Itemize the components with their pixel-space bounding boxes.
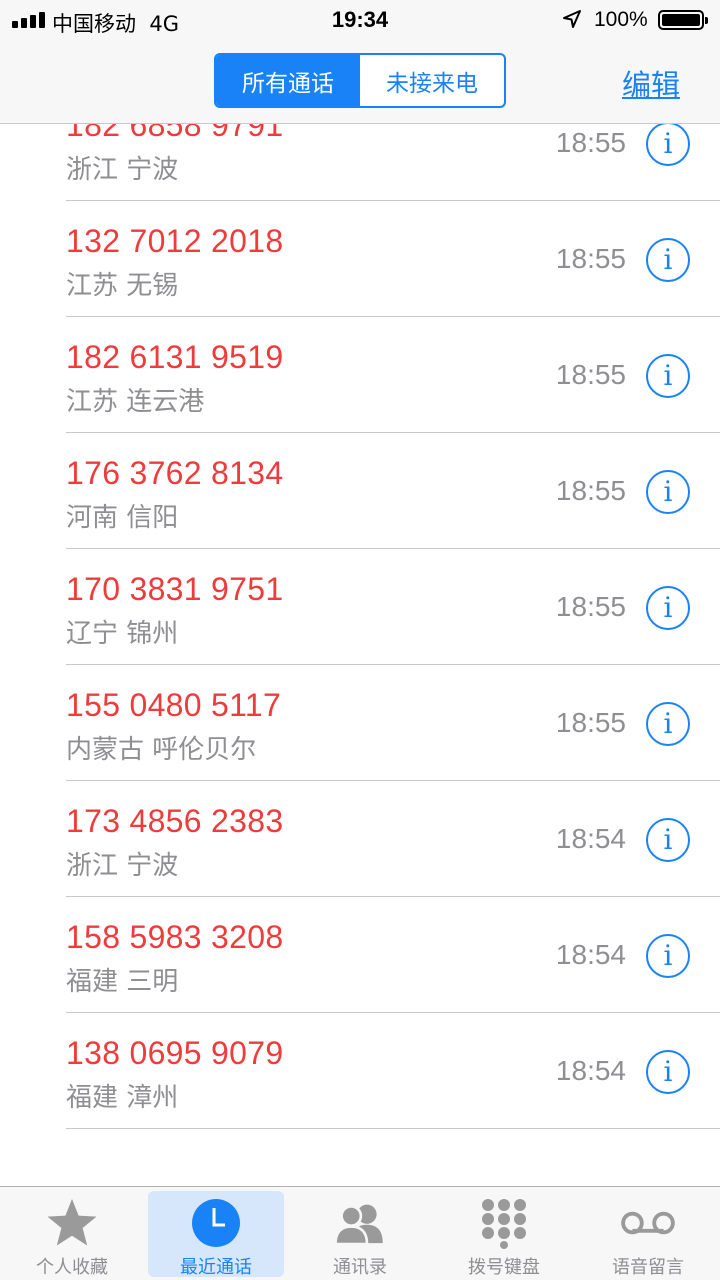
navigation-header: 中国移动 4G 19:34 100% 所有通话 未接来电 编辑 (0, 0, 720, 124)
call-time: 18:54 (555, 939, 626, 970)
call-row[interactable]: 158 5983 3208 福建 三明 18:54 i (0, 897, 720, 1013)
call-number: 182 6131 9519 (66, 339, 284, 375)
call-time: 18:54 (555, 1055, 626, 1086)
tab-bar: 个人收藏 最近通话 通讯录 拨号键盘 语音留言 (0, 1186, 720, 1280)
call-number: 158 5983 3208 (66, 919, 284, 955)
info-icon[interactable]: i (646, 354, 690, 398)
call-location: 内蒙古 呼伦贝尔 (66, 735, 257, 765)
call-row[interactable]: 182 6131 9519 江苏 连云港 18:55 i (0, 317, 720, 433)
contacts-icon (332, 1197, 388, 1249)
tab-label: 拨号键盘 (468, 1257, 540, 1278)
status-bar: 中国移动 4G 19:34 100% (0, 0, 720, 40)
tab-favorites[interactable]: 个人收藏 (0, 1187, 144, 1280)
info-icon[interactable]: i (646, 470, 690, 514)
call-time: 18:54 (555, 823, 626, 854)
call-number: 170 3831 9751 (66, 571, 284, 607)
tab-label: 语音留言 (612, 1257, 684, 1278)
recent-calls-list: 182 6858 9791 浙江 宁波 18:55 i 132 7012 201… (0, 85, 720, 1162)
call-number: 173 4856 2383 (66, 803, 284, 839)
info-icon[interactable]: i (646, 1050, 690, 1094)
call-number: 155 0480 5117 (66, 687, 282, 723)
call-location: 浙江 宁波 (66, 155, 179, 185)
info-icon[interactable]: i (646, 586, 690, 630)
edit-button[interactable]: 编辑 (622, 62, 680, 104)
tab-contacts[interactable]: 通讯录 (288, 1187, 432, 1280)
call-location: 浙江 宁波 (66, 851, 179, 881)
info-icon[interactable]: i (646, 702, 690, 746)
call-location: 江苏 连云港 (66, 387, 205, 417)
voicemail-icon (620, 1197, 676, 1249)
location-arrow-icon (563, 10, 581, 28)
call-number: 176 3762 8134 (66, 455, 284, 491)
call-row[interactable]: 132 7012 2018 江苏 无锡 18:55 i (0, 201, 720, 317)
call-row[interactable]: 170 3831 9751 辽宁 锦州 18:55 i (0, 549, 720, 665)
segment-missed-calls[interactable]: 未接来电 (360, 55, 504, 106)
call-number: 138 0695 9079 (66, 1035, 284, 1071)
call-time: 18:55 (555, 127, 626, 158)
call-time: 18:55 (555, 475, 626, 506)
info-icon[interactable]: i (646, 818, 690, 862)
call-time: 18:55 (555, 359, 626, 390)
segment-all-calls[interactable]: 所有通话 (216, 55, 360, 106)
clock-icon (188, 1197, 244, 1249)
battery-icon (658, 10, 708, 30)
call-number: 132 7012 2018 (66, 223, 284, 259)
call-location: 辽宁 锦州 (66, 619, 179, 649)
call-time: 18:55 (555, 243, 626, 274)
call-location: 河南 信阳 (66, 503, 179, 533)
tab-recents[interactable]: 最近通话 (144, 1187, 288, 1280)
call-filter-segmented-control: 所有通话 未接来电 (214, 53, 506, 108)
info-icon[interactable]: i (646, 238, 690, 282)
call-row[interactable]: 155 0480 5117 内蒙古 呼伦贝尔 18:55 i (0, 665, 720, 781)
info-icon[interactable]: i (646, 934, 690, 978)
call-location: 福建 三明 (66, 967, 179, 997)
call-location: 福建 漳州 (66, 1083, 179, 1113)
tab-label: 通讯录 (333, 1257, 387, 1278)
call-time: 18:55 (555, 707, 626, 738)
tab-keypad[interactable]: 拨号键盘 (432, 1187, 576, 1280)
star-icon (44, 1197, 100, 1249)
battery-percentage: 100% (594, 8, 648, 31)
call-location: 江苏 无锡 (66, 271, 179, 301)
tab-label: 个人收藏 (36, 1257, 108, 1278)
call-time: 18:55 (555, 591, 626, 622)
tab-label: 最近通话 (180, 1257, 252, 1278)
call-row[interactable]: 176 3762 8134 河南 信阳 18:55 i (0, 433, 720, 549)
call-row[interactable]: 173 4856 2383 浙江 宁波 18:54 i (0, 781, 720, 897)
keypad-icon (476, 1197, 532, 1249)
info-icon[interactable]: i (646, 122, 690, 166)
call-row[interactable]: 138 0695 9079 福建 漳州 18:54 i (0, 1013, 720, 1129)
tab-voicemail[interactable]: 语音留言 (576, 1187, 720, 1280)
